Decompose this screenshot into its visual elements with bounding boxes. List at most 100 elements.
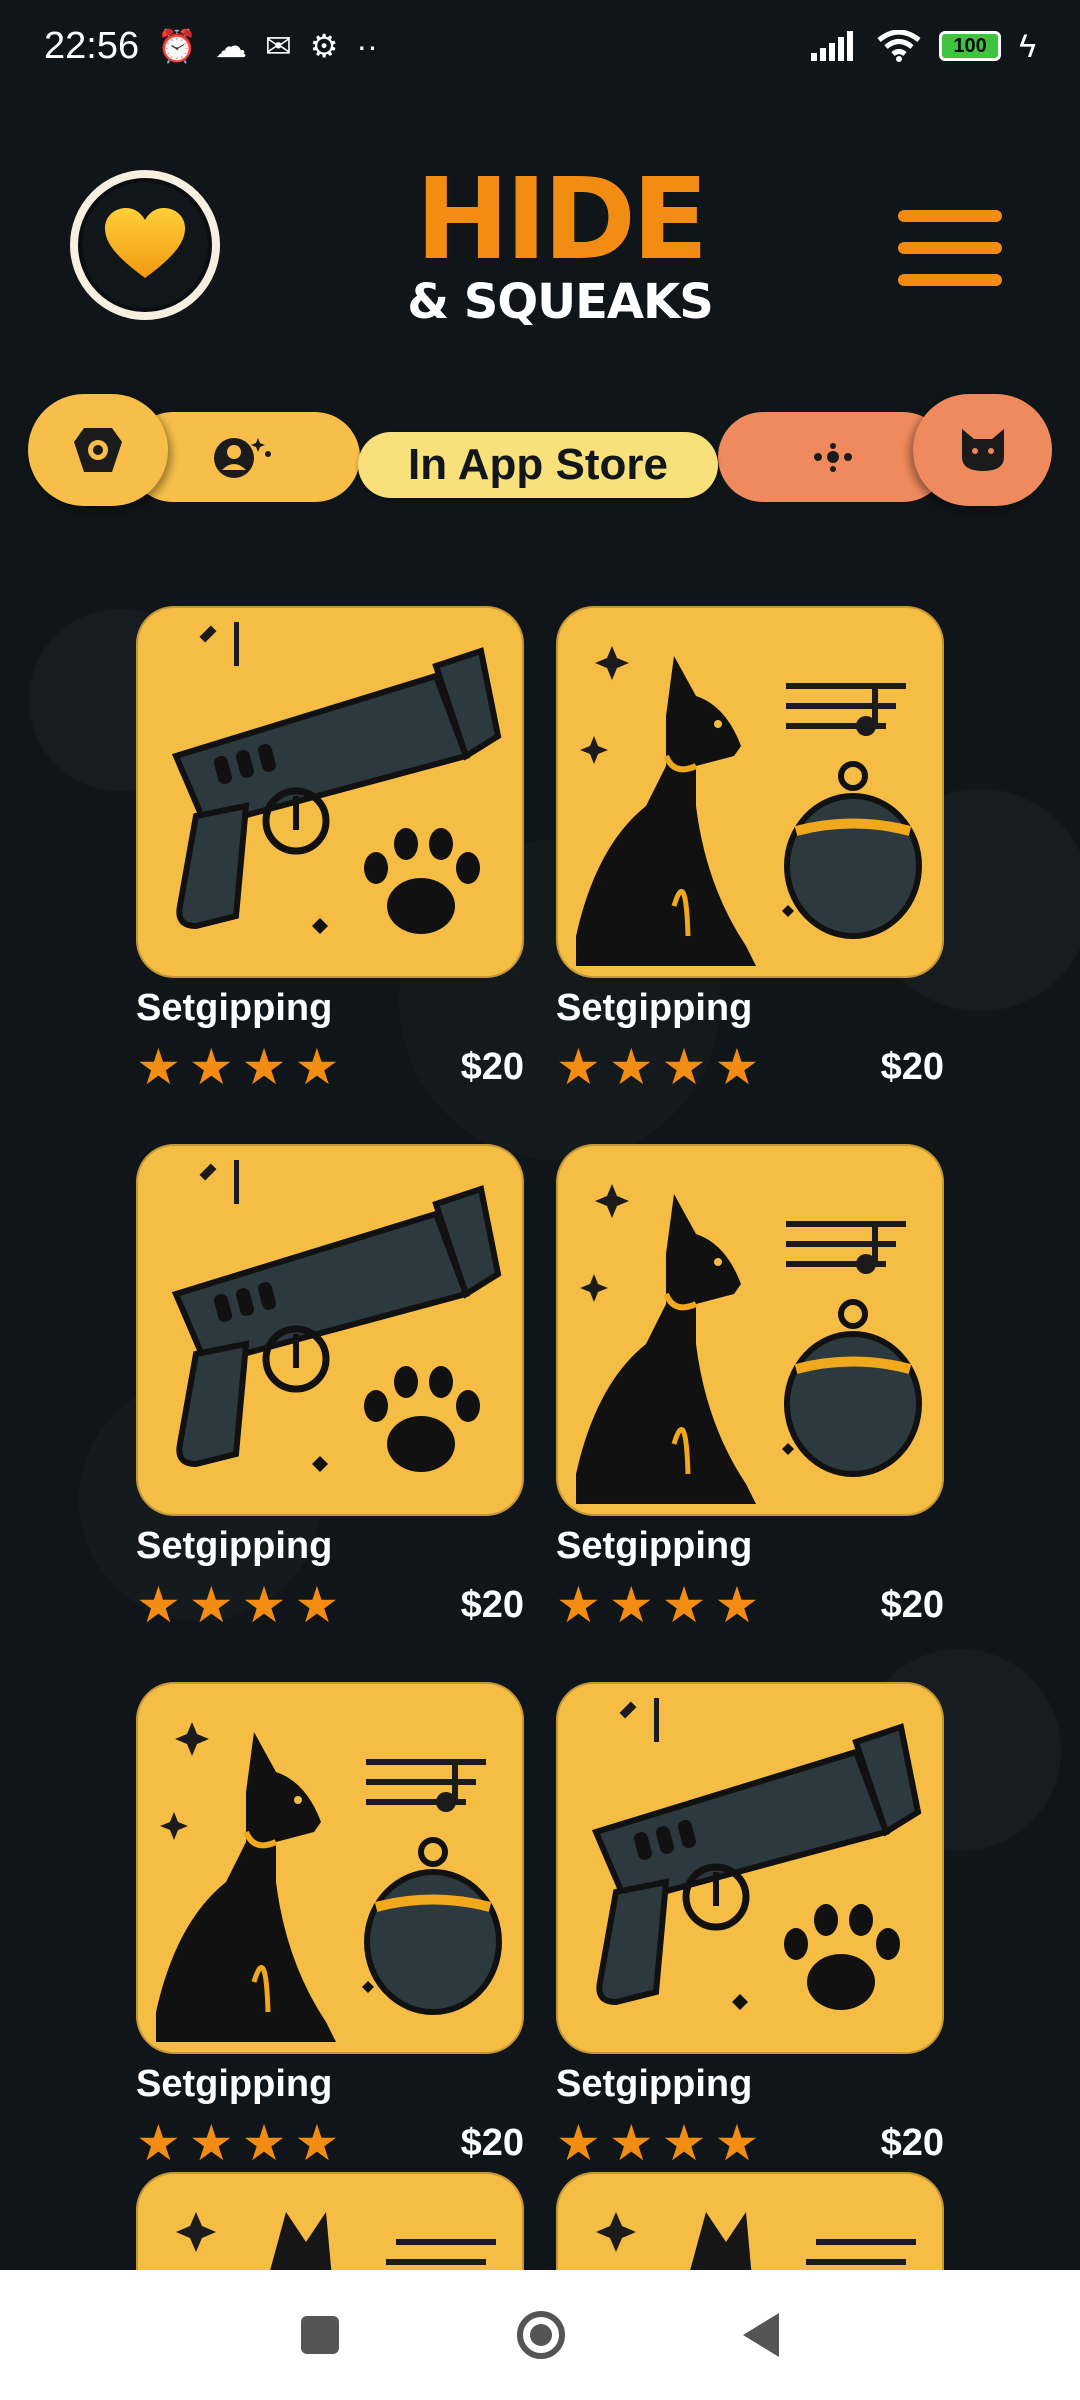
product-card[interactable]: Setgipping ★ ★ ★ ★ $20	[136, 1682, 524, 2168]
product-image[interactable]	[556, 1682, 944, 2054]
status-time: 22:56	[44, 24, 140, 67]
product-title: Setgipping	[136, 1525, 333, 1567]
back-button[interactable]	[743, 2313, 779, 2357]
product-card[interactable]: Setgipping ★ ★ ★ ★ $20	[136, 1144, 524, 1630]
tab-in-app-store[interactable]: In App Store	[358, 432, 718, 498]
star-icon: ★	[661, 1577, 707, 1633]
star-icon: ★	[188, 1577, 234, 1633]
star-icon: ★	[241, 1039, 287, 1095]
star-icon: ★	[661, 1039, 707, 1095]
rating-stars: ★ ★ ★ ★	[556, 1042, 759, 1092]
menu-button[interactable]	[898, 210, 1002, 286]
dog-bell-illustration	[576, 1184, 922, 1504]
star-icon: ★	[714, 1577, 760, 1633]
product-meta: ★ ★ ★ ★ $20	[136, 1580, 524, 1630]
rating-stars: ★ ★ ★ ★	[136, 2118, 339, 2168]
dots-icon	[814, 443, 852, 472]
star-icon: ★	[136, 2115, 181, 2171]
product-grid: Setgipping ★ ★ ★ ★ $20 Setgipping ★ ★ ★ ★ $20	[136, 606, 944, 2168]
product-meta: ★ ★ ★ ★ $20	[556, 1042, 944, 1092]
rating-stars: ★ ★ ★ ★	[136, 1042, 339, 1092]
star-icon: ★	[241, 1577, 287, 1633]
star-icon: ★	[661, 2115, 707, 2171]
cloud-icon: ☁	[214, 28, 247, 64]
product-price: $20	[880, 1583, 944, 1626]
product-image-partial[interactable]	[556, 2172, 944, 2270]
squeaker-toy-illustration	[171, 622, 502, 934]
star-icon: ★	[294, 2115, 340, 2171]
product-image[interactable]	[556, 1144, 944, 1516]
product-card[interactable]: Setgipping ★ ★ ★ ★ $20	[136, 606, 524, 1092]
product-title: Setgipping	[556, 2063, 753, 2105]
star-icon: ★	[188, 1039, 234, 1095]
tab-collar[interactable]	[28, 394, 168, 506]
tab-cat[interactable]	[913, 394, 1052, 506]
status-bar: 22:56 ⏰ ☁ ✉ ⚙ ·· 100 ϟ	[0, 0, 1080, 92]
cat-icon	[961, 429, 1004, 471]
product-image[interactable]	[556, 606, 944, 978]
product-image[interactable]	[136, 1144, 524, 1516]
product-image-partial[interactable]	[136, 2172, 524, 2270]
product-card[interactable]: Setgipping ★ ★ ★ ★ $20	[556, 606, 944, 1092]
product-title: Setgipping	[136, 987, 333, 1029]
squeaker-toy-illustration	[591, 1698, 922, 2010]
product-card[interactable]: Setgipping ★ ★ ★ ★ $20	[556, 1682, 944, 2168]
settings-icon: ⚙	[309, 28, 339, 64]
product-title: Setgipping	[136, 2063, 333, 2105]
star-icon: ★	[556, 1577, 601, 1633]
star-icon: ★	[136, 1577, 181, 1633]
heart-icon	[105, 208, 185, 278]
star-icon: ★	[556, 1039, 601, 1095]
product-meta: ★ ★ ★ ★ $20	[556, 2118, 944, 2168]
product-price: $20	[880, 1045, 944, 1088]
battery-icon: 100	[939, 31, 1002, 61]
gmail-icon: ✉	[264, 28, 292, 64]
avatar-sparkle-icon	[214, 438, 271, 478]
rating-stars: ★ ★ ★ ★	[556, 1580, 759, 1630]
product-image[interactable]	[136, 606, 524, 978]
product-meta: ★ ★ ★ ★ $20	[136, 2118, 524, 2168]
hamburger-icon	[898, 210, 1002, 222]
squeaker-toy-illustration	[171, 1160, 502, 1472]
star-icon: ★	[608, 1577, 654, 1633]
product-title: Setgipping	[556, 1525, 753, 1567]
home-button[interactable]	[517, 2311, 565, 2359]
more-icon: ··	[356, 28, 378, 64]
rating-stars: ★ ★ ★ ★	[136, 1580, 339, 1630]
dog-bell-illustration	[576, 646, 922, 966]
app-header: HIDE & SQUEAKS	[0, 150, 1080, 340]
logo-subtitle: & SQUEAKS	[407, 274, 714, 330]
product-price: $20	[460, 1583, 524, 1626]
star-icon: ★	[714, 1039, 760, 1095]
product-card[interactable]: Setgipping ★ ★ ★ ★ $20	[556, 1144, 944, 1630]
category-tabs: In App Store	[28, 392, 1052, 512]
favorites-button[interactable]	[70, 170, 220, 320]
product-row-partial	[136, 2172, 944, 2270]
logo-title: HIDE	[415, 155, 709, 285]
star-icon: ★	[714, 2115, 760, 2171]
alarm-icon: ⏰	[157, 28, 197, 64]
product-image[interactable]	[136, 1682, 524, 2054]
product-price: $20	[460, 2121, 524, 2164]
wifi-icon	[877, 30, 921, 62]
charging-icon: ϟ	[1019, 28, 1036, 64]
star-icon: ★	[556, 2115, 601, 2171]
collar-icon	[74, 428, 122, 472]
rating-stars: ★ ★ ★ ★	[556, 2118, 759, 2168]
star-icon: ★	[608, 1039, 654, 1095]
dog-bell-illustration	[156, 1722, 502, 2042]
system-nav-bar	[0, 2270, 1080, 2400]
star-icon: ★	[294, 1577, 340, 1633]
star-icon: ★	[241, 2115, 287, 2171]
product-price: $20	[460, 1045, 524, 1088]
star-icon: ★	[608, 2115, 654, 2171]
product-meta: ★ ★ ★ ★ $20	[556, 1580, 944, 1630]
star-icon: ★	[294, 1039, 340, 1095]
star-icon: ★	[188, 2115, 234, 2171]
product-price: $20	[880, 2121, 944, 2164]
recents-button[interactable]	[301, 2316, 339, 2354]
product-meta: ★ ★ ★ ★ $20	[136, 1042, 524, 1092]
app-logo: HIDE & SQUEAKS	[400, 150, 720, 340]
signal-icon	[811, 31, 854, 61]
product-title: Setgipping	[556, 987, 753, 1029]
